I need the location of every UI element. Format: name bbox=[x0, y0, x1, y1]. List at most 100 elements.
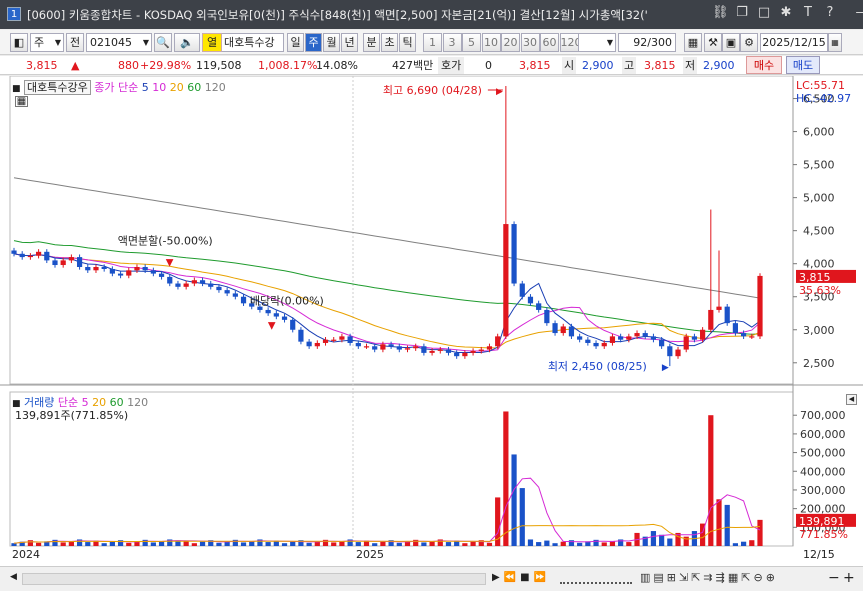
layout-icon[interactable]: ◧ bbox=[10, 33, 28, 52]
candle-body bbox=[240, 296, 247, 304]
up-arrow-icon: ▲ bbox=[71, 59, 80, 72]
scroll-left-icon[interactable]: ◀ bbox=[10, 572, 17, 582]
status-bar: ◀ ▶⏪■⏩ ▥▤⊞⇲⇱⇉⇶▦⇱⊖⊕ − + bbox=[0, 566, 863, 591]
link-icon[interactable]: ⛓ bbox=[712, 5, 729, 20]
candle-body bbox=[691, 336, 698, 340]
y-axis-label: 4,500 bbox=[803, 225, 835, 238]
candle-body bbox=[167, 276, 173, 284]
pin-icon[interactable]: ✱ bbox=[778, 5, 794, 20]
window-title: [0600] 키움종합차트 - KOSDAQ 외국인보유[0(천)] 주식수[8… bbox=[27, 8, 648, 22]
candle-body bbox=[117, 273, 124, 276]
candle-body bbox=[716, 306, 722, 310]
candle-body bbox=[126, 270, 132, 276]
volume-bar bbox=[126, 542, 132, 546]
open-label: 시 bbox=[562, 57, 577, 74]
calendar-icon[interactable]: ▦ bbox=[828, 33, 842, 52]
tools-icon[interactable]: ⚒ bbox=[704, 33, 722, 52]
candle-body bbox=[306, 341, 312, 347]
period-tab-0[interactable]: 일 bbox=[287, 33, 304, 52]
period-tab-intraday-2[interactable]: 틱 bbox=[399, 33, 416, 52]
arrow-right-icon: ▶ bbox=[662, 363, 669, 373]
sell-button[interactable]: 매도 bbox=[786, 56, 820, 74]
count-total: /300 bbox=[647, 36, 672, 49]
ma-60: 60 bbox=[187, 81, 202, 94]
candle-body bbox=[298, 329, 304, 342]
candle-body bbox=[757, 275, 763, 337]
y-axis-label: 4,000 bbox=[803, 258, 835, 271]
candle-body bbox=[552, 323, 558, 334]
interval-custom[interactable]: ▼ bbox=[578, 33, 616, 52]
period-tab-1[interactable]: 주 bbox=[305, 33, 322, 52]
volume-bar bbox=[527, 539, 534, 546]
interval-10[interactable]: 10 bbox=[481, 33, 501, 52]
legend-stock-tag[interactable]: 대호특수강우 bbox=[24, 80, 91, 95]
candle-body bbox=[380, 344, 386, 350]
table-icon[interactable]: ▦ bbox=[15, 96, 28, 107]
volume-bar bbox=[150, 542, 156, 546]
candle-body bbox=[109, 268, 115, 274]
date-input[interactable]: 2025/12/15 bbox=[760, 33, 828, 52]
zoom-out-icon[interactable]: − bbox=[828, 570, 840, 586]
interval-5[interactable]: 5 bbox=[462, 33, 481, 52]
playback-controls[interactable]: ▶⏪■⏩ bbox=[492, 572, 550, 583]
search-icon[interactable]: 🔍 bbox=[154, 33, 172, 52]
low-label: 저 bbox=[683, 57, 698, 74]
count-input[interactable]: 92/300 bbox=[618, 33, 676, 52]
period-select[interactable]: 주 ▼ bbox=[30, 33, 64, 52]
stock-code-input[interactable]: 021045 ▼ bbox=[86, 33, 152, 52]
period-tab-intraday-1[interactable]: 초 bbox=[381, 33, 398, 52]
restore-icon[interactable]: ❐ bbox=[734, 5, 750, 20]
arrow-down-icon: ▼ bbox=[166, 258, 174, 269]
candle-body bbox=[568, 326, 575, 337]
volume-bar bbox=[265, 542, 271, 546]
volume-bar bbox=[626, 542, 632, 546]
candle-body bbox=[191, 280, 197, 284]
maximize-icon[interactable]: □ bbox=[756, 5, 772, 20]
zoom-slider[interactable] bbox=[560, 572, 632, 584]
arrow-right-icon: ▶ bbox=[496, 87, 503, 97]
prev-button[interactable]: 전 bbox=[66, 33, 84, 52]
ma-120: 120 bbox=[204, 81, 226, 94]
period-tab-intraday-0[interactable]: 분 bbox=[363, 33, 380, 52]
candle-body bbox=[445, 349, 452, 353]
candle-body bbox=[527, 296, 534, 304]
grid-icon[interactable]: ▦ bbox=[684, 33, 702, 52]
volume-bar bbox=[191, 543, 197, 546]
dividend-annotation: 배당락(0.00%) bbox=[250, 295, 324, 308]
help-icon[interactable]: ? bbox=[822, 5, 838, 20]
volume-bar bbox=[577, 542, 583, 546]
period-tab-3[interactable]: 년 bbox=[341, 33, 358, 52]
text-icon[interactable]: T bbox=[800, 5, 816, 20]
split-annotation: 액면분할(-50.00%) bbox=[118, 234, 213, 247]
volume-bar bbox=[281, 543, 288, 546]
volume-bar bbox=[519, 488, 525, 546]
scrollbar-track[interactable] bbox=[22, 573, 486, 585]
volume-bar bbox=[27, 540, 33, 546]
candle-body bbox=[60, 260, 66, 266]
gear-icon[interactable]: ⚙ bbox=[740, 33, 758, 52]
price-legend: ■ 대호특수강우 종가 단순 5 10 20 60 120 bbox=[12, 79, 226, 95]
save-icon[interactable]: ▣ bbox=[722, 33, 740, 52]
turnover: 14.08% bbox=[316, 59, 358, 72]
candle-body bbox=[437, 349, 443, 351]
sound-icon[interactable]: 🔈 bbox=[174, 33, 200, 52]
chart-canvas[interactable]: 6,5006,0005,5005,0004,5004,0003,5003,000… bbox=[0, 75, 863, 566]
ma-10: 10 bbox=[152, 81, 167, 94]
chart-area[interactable]: 6,500 6,000 5,500 5,000 4,500 4,000 3,500 3,000… bbox=[0, 75, 863, 566]
minimize-icon[interactable]: — bbox=[854, 5, 863, 20]
candle-body bbox=[634, 333, 640, 337]
interval-30[interactable]: 30 bbox=[520, 33, 540, 52]
panel-collapse-icon[interactable]: ◀ bbox=[846, 394, 857, 405]
candle-body bbox=[355, 342, 361, 347]
candle-body bbox=[134, 267, 140, 271]
buy-button[interactable]: 매수 bbox=[746, 56, 782, 74]
interval-20[interactable]: 20 bbox=[501, 33, 520, 52]
interval-3[interactable]: 3 bbox=[442, 33, 462, 52]
interval-120[interactable]: 120 bbox=[559, 33, 582, 52]
interval-1[interactable]: 1 bbox=[423, 33, 442, 52]
ma60-line bbox=[13, 240, 761, 335]
period-tab-2[interactable]: 월 bbox=[323, 33, 340, 52]
zoom-in-icon[interactable]: + bbox=[843, 570, 855, 586]
zoom-tools[interactable]: ▥▤⊞⇲⇱⇉⇶▦⇱⊖⊕ bbox=[640, 571, 778, 584]
interval-60[interactable]: 60 bbox=[540, 33, 559, 52]
